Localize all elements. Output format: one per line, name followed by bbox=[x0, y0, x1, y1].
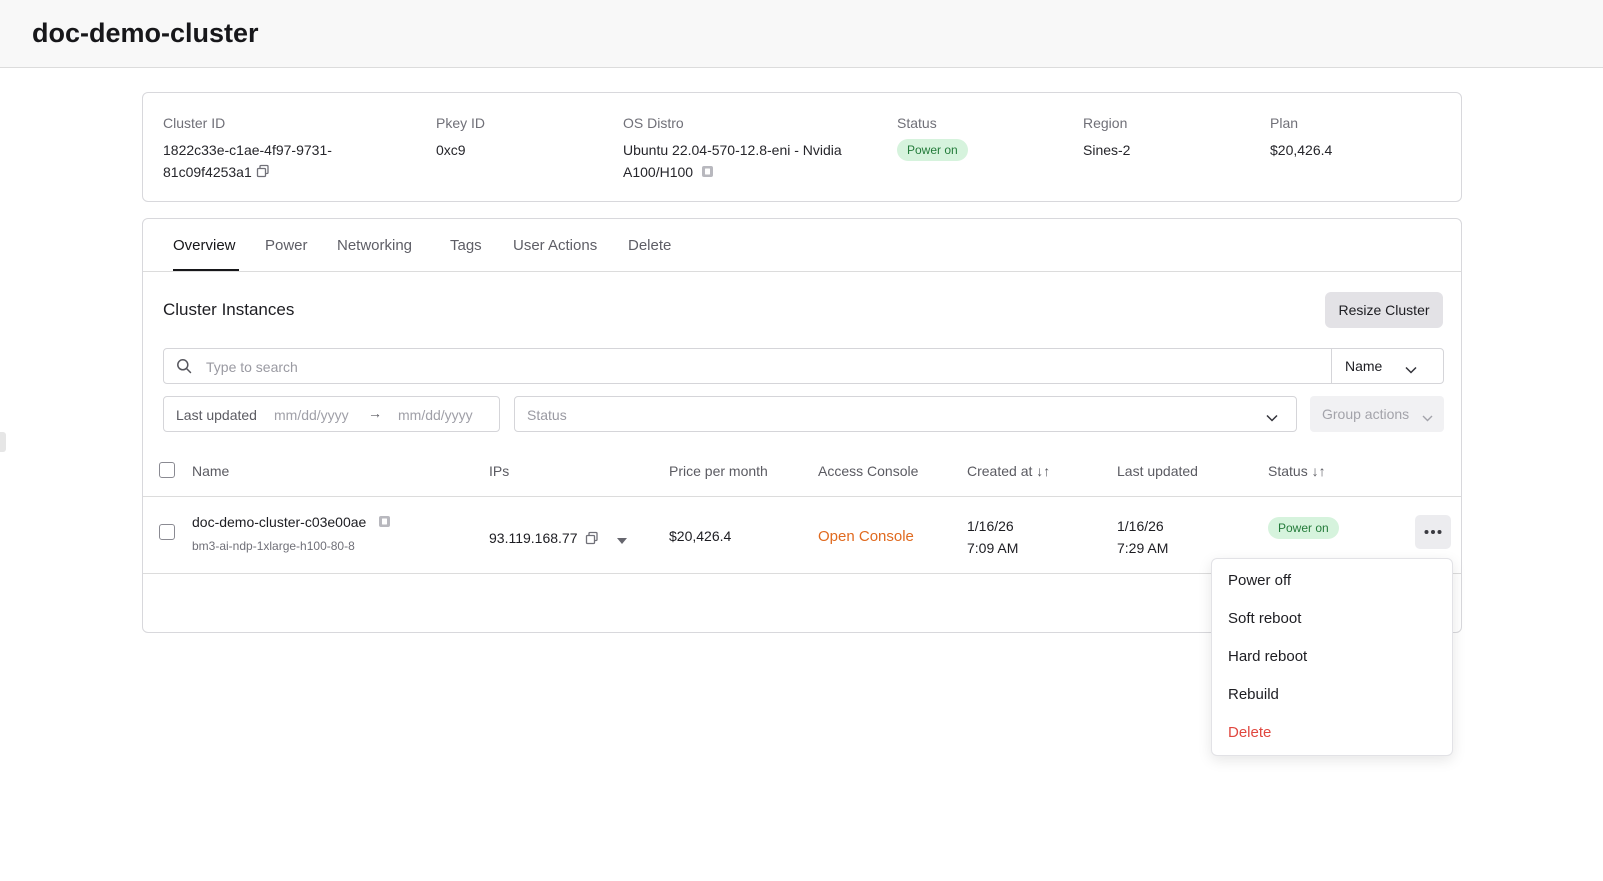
chevron-down-icon bbox=[1266, 409, 1278, 427]
instance-ip-text: 93.119.168.77 bbox=[489, 530, 578, 546]
os-distro-value-line1: Ubuntu 22.04-570-12.8-eni - Nvidia bbox=[623, 142, 842, 158]
copy-icon[interactable] bbox=[256, 162, 270, 184]
arrow-right-icon: → bbox=[368, 405, 382, 421]
row-actions-button[interactable] bbox=[1415, 515, 1451, 549]
search-placeholder: Type to search bbox=[206, 359, 298, 375]
status-filter-select[interactable]: Status bbox=[514, 396, 1297, 432]
region-field: Region Sines-2 bbox=[1083, 115, 1130, 161]
status-badge: Power on bbox=[897, 139, 968, 161]
column-header-status[interactable]: Status ↓↑ bbox=[1268, 463, 1326, 479]
instance-name: doc-demo-cluster-c03e00ae bbox=[192, 514, 391, 531]
created-date: 1/16/26 bbox=[967, 518, 1014, 534]
column-header-ips: IPs bbox=[489, 463, 510, 479]
pkey-field: Pkey ID 0xc9 bbox=[436, 115, 485, 161]
tab-power[interactable]: Power bbox=[265, 237, 308, 254]
group-actions-label: Group actions bbox=[1322, 406, 1410, 422]
region-label: Region bbox=[1083, 115, 1128, 131]
section-title: Cluster Instances bbox=[163, 300, 295, 319]
date-to-input[interactable]: mm/dd/yyyy bbox=[398, 407, 473, 423]
sort-field-value: Name bbox=[1345, 358, 1383, 374]
cluster-id-value-line1: 1822c33e-c1ae-4f97-9731- bbox=[163, 142, 332, 158]
menu-item-rebuild[interactable]: Rebuild bbox=[1228, 686, 1279, 703]
column-header-updated: Last updated bbox=[1117, 463, 1198, 479]
cluster-id-label: Cluster ID bbox=[163, 115, 226, 131]
region-value: Sines-2 bbox=[1083, 142, 1131, 158]
tab-overview[interactable]: Overview bbox=[173, 237, 236, 254]
pkey-label: Pkey ID bbox=[436, 115, 486, 131]
column-header-created[interactable]: Created at ↓↑ bbox=[967, 463, 1050, 479]
os-distro-label: OS Distro bbox=[623, 115, 684, 131]
tab-bar: Overview Power Networking Tags User Acti… bbox=[143, 219, 1461, 272]
status-filter-placeholder: Status bbox=[527, 407, 567, 423]
updated-time: 7:29 AM bbox=[1117, 540, 1169, 556]
tab-tags[interactable]: Tags bbox=[450, 237, 482, 254]
menu-item-delete[interactable]: Delete bbox=[1228, 724, 1271, 741]
menu-item-hard-reboot[interactable]: Hard reboot bbox=[1228, 648, 1307, 665]
instance-last-updated: 1/16/26 7:29 AM bbox=[1117, 515, 1168, 559]
sort-field-select[interactable]: Name bbox=[1331, 349, 1444, 383]
created-time: 7:09 AM bbox=[967, 540, 1019, 556]
column-header-name[interactable]: Name bbox=[192, 463, 229, 479]
tab-delete[interactable]: Delete bbox=[628, 237, 671, 254]
cluster-id-field: Cluster ID 1822c33e-c1ae-4f97-9731- 81c0… bbox=[163, 115, 332, 184]
instance-name-text: doc-demo-cluster-c03e00ae bbox=[192, 514, 367, 530]
cluster-id-value-line2: 81c09f4253a1 bbox=[163, 164, 252, 180]
column-header-console: Access Console bbox=[818, 463, 919, 479]
column-header-price: Price per month bbox=[669, 463, 768, 479]
status-label: Status bbox=[897, 115, 937, 131]
table-header-divider bbox=[143, 496, 1461, 497]
tab-networking[interactable]: Networking bbox=[337, 237, 412, 254]
open-console-link[interactable]: Open Console bbox=[818, 528, 914, 545]
menu-item-soft-reboot[interactable]: Soft reboot bbox=[1228, 610, 1301, 627]
search-input[interactable]: Type to search Name bbox=[163, 348, 1444, 384]
updated-date: 1/16/26 bbox=[1117, 518, 1164, 534]
group-actions-button[interactable]: Group actions bbox=[1310, 396, 1444, 432]
top-header: doc-demo-cluster bbox=[0, 0, 1603, 68]
row-actions-menu: Power off Soft reboot Hard reboot Rebuil… bbox=[1211, 558, 1453, 756]
tab-user-actions[interactable]: User Actions bbox=[513, 237, 597, 254]
active-tab-indicator bbox=[173, 269, 239, 271]
chevron-down-icon bbox=[1405, 361, 1417, 379]
resize-cluster-button[interactable]: Resize Cluster bbox=[1325, 292, 1443, 328]
os-distro-field: OS Distro Ubuntu 22.04-570-12.8-eni - Nv… bbox=[623, 115, 842, 184]
id-icon[interactable] bbox=[701, 162, 714, 184]
instance-ip: 93.119.168.77 bbox=[489, 530, 628, 548]
chevron-down-icon bbox=[1422, 409, 1433, 427]
more-horizontal-icon bbox=[1424, 530, 1442, 534]
search-icon bbox=[176, 358, 192, 379]
side-panel-handle[interactable] bbox=[0, 432, 6, 452]
instance-status-badge: Power on bbox=[1268, 517, 1339, 539]
cluster-info-card: Cluster ID 1822c33e-c1ae-4f97-9731- 81c0… bbox=[142, 92, 1462, 202]
caret-down-icon[interactable] bbox=[617, 531, 628, 547]
last-updated-date-range[interactable]: Last updated mm/dd/yyyy → mm/dd/yyyy bbox=[163, 396, 500, 432]
copy-icon[interactable] bbox=[585, 531, 599, 548]
os-distro-value-line2: A100/H100 bbox=[623, 164, 694, 180]
page-title: doc-demo-cluster bbox=[32, 18, 259, 48]
instance-plan: bm3-ai-ndp-1xlarge-h100-80-8 bbox=[192, 539, 355, 553]
date-filter-label: Last updated bbox=[176, 407, 257, 423]
status-field: Status Power on bbox=[897, 115, 968, 161]
plan-field: Plan $20,426.4 bbox=[1270, 115, 1332, 161]
date-from-input[interactable]: mm/dd/yyyy bbox=[274, 407, 349, 423]
instance-price: $20,426.4 bbox=[669, 528, 732, 544]
row-checkbox[interactable] bbox=[159, 524, 175, 540]
plan-label: Plan bbox=[1270, 115, 1299, 131]
plan-value: $20,426.4 bbox=[1270, 142, 1333, 158]
instance-created-at: 1/16/26 7:09 AM bbox=[967, 515, 1018, 559]
menu-item-power-off[interactable]: Power off bbox=[1228, 572, 1291, 589]
select-all-checkbox[interactable] bbox=[159, 462, 175, 478]
pkey-value: 0xc9 bbox=[436, 142, 466, 158]
id-icon[interactable] bbox=[378, 515, 391, 531]
